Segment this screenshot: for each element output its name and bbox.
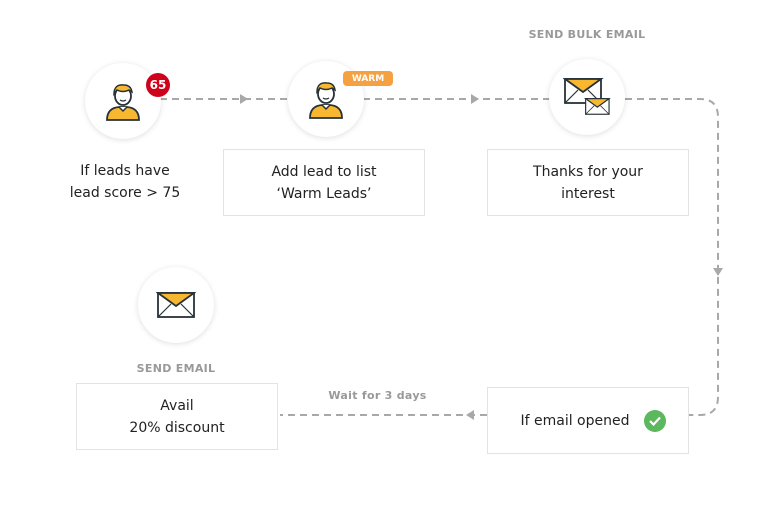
arrow-left — [466, 410, 474, 420]
connector-3 — [625, 98, 719, 416]
email-opened-box[interactable]: If email opened — [487, 387, 689, 454]
send-email-caption: SEND EMAIL — [136, 362, 216, 375]
text-line: lead score > 75 — [69, 185, 181, 201]
text-line: Avail — [160, 397, 194, 414]
bulk-email-box[interactable]: Thanks for your interest — [487, 149, 689, 216]
text-line: Add lead to list — [271, 163, 377, 180]
text-line: If leads have — [80, 163, 170, 179]
envelope-icon — [157, 292, 195, 318]
add-to-list-box[interactable]: Add lead to list ‘Warm Leads’ — [223, 149, 425, 216]
lead-score-node[interactable] — [85, 63, 161, 139]
bulk-email-node[interactable] — [549, 59, 625, 135]
lead-score-text: If leads have lead score > 75 — [50, 160, 200, 204]
arrow-right — [471, 94, 479, 104]
text-line: 20% discount — [129, 419, 225, 436]
text-line: Thanks for your — [533, 163, 643, 180]
arrow-right — [240, 94, 248, 104]
wait-label: Wait for 3 days — [328, 389, 427, 402]
person-icon — [106, 84, 140, 121]
lead-score-badge: 65 — [146, 73, 170, 97]
arrow-down — [713, 268, 723, 276]
email-opened-text: If email opened — [520, 412, 630, 429]
check-circle-icon — [643, 409, 666, 432]
send-email-box[interactable]: Avail 20% discount — [76, 383, 278, 450]
text-line: ‘Warm Leads’ — [276, 185, 372, 202]
bulk-email-icon — [564, 78, 610, 115]
text-line: interest — [561, 185, 615, 202]
person-icon — [309, 82, 343, 119]
warm-badge: WARM — [343, 71, 393, 86]
bulk-email-caption: SEND BULK EMAIL — [528, 28, 646, 41]
send-email-node[interactable] — [138, 267, 214, 343]
